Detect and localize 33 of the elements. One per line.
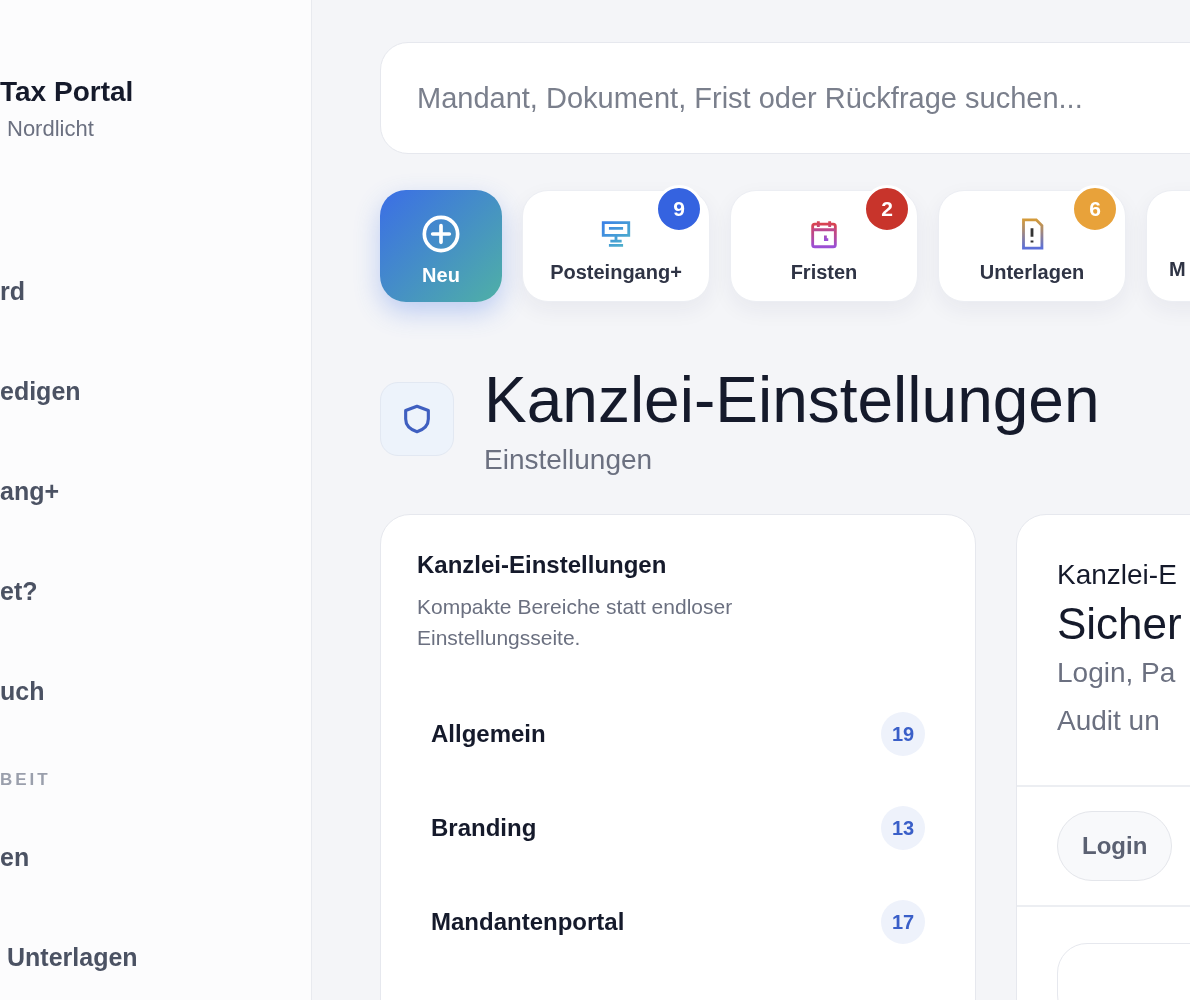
card-eyebrow: Kanzlei-E [1057,559,1178,591]
brand-subtitle: Nordlicht [6,116,95,142]
card-description: Audit un [1057,704,1161,738]
card-title: Sicher [1057,599,1183,649]
section-name: Branding [431,814,537,842]
sidebar-item[interactable]: Unterlagen [0,942,311,1000]
sidebar-item[interactable]: et? [0,576,311,676]
section-label: BEIT [0,770,52,791]
count-badge: 6 [1071,185,1119,233]
card-description: Kompakte Bereiche statt endloser Einstellungsseite. [417,594,734,651]
brand-title: Tax Portal [0,76,135,108]
count-badge: 17 [881,900,925,944]
sidebar-item[interactable]: ang+ [0,476,311,576]
section-name: Allgemein [431,720,546,748]
sidebar-item[interactable]: edigen [0,376,311,476]
card-description: Login, Pa [1057,656,1177,690]
card-title: Kanzlei-Einstellungen [417,551,668,579]
count-badge: 19 [881,712,925,756]
page-title: Kanzlei-Einstellungen [484,363,1100,438]
count-badge: 9 [655,185,703,233]
filter-chip[interactable]: Login [1057,811,1173,881]
count-badge: 2 [863,185,911,233]
settings-section-item[interactable]: Allgemein 19 [417,687,939,781]
section-name: Mandantenportal [431,908,625,936]
settings-section-item[interactable]: Branding 13 [417,781,939,875]
plus-circle-icon [421,213,461,254]
settings-section-item[interactable]: Mandantenportal 17 [417,875,939,969]
sidebar-item[interactable]: rd [0,276,311,376]
search-field[interactable]: Mandant, Dokument, Frist oder Rückfrage suchen... [380,42,1190,154]
quick-action-button[interactable]: M [1146,190,1190,302]
sidebar-item[interactable]: en [0,842,311,942]
count-badge: 13 [881,806,925,850]
page-subtitle: Einstellungen [484,444,654,476]
